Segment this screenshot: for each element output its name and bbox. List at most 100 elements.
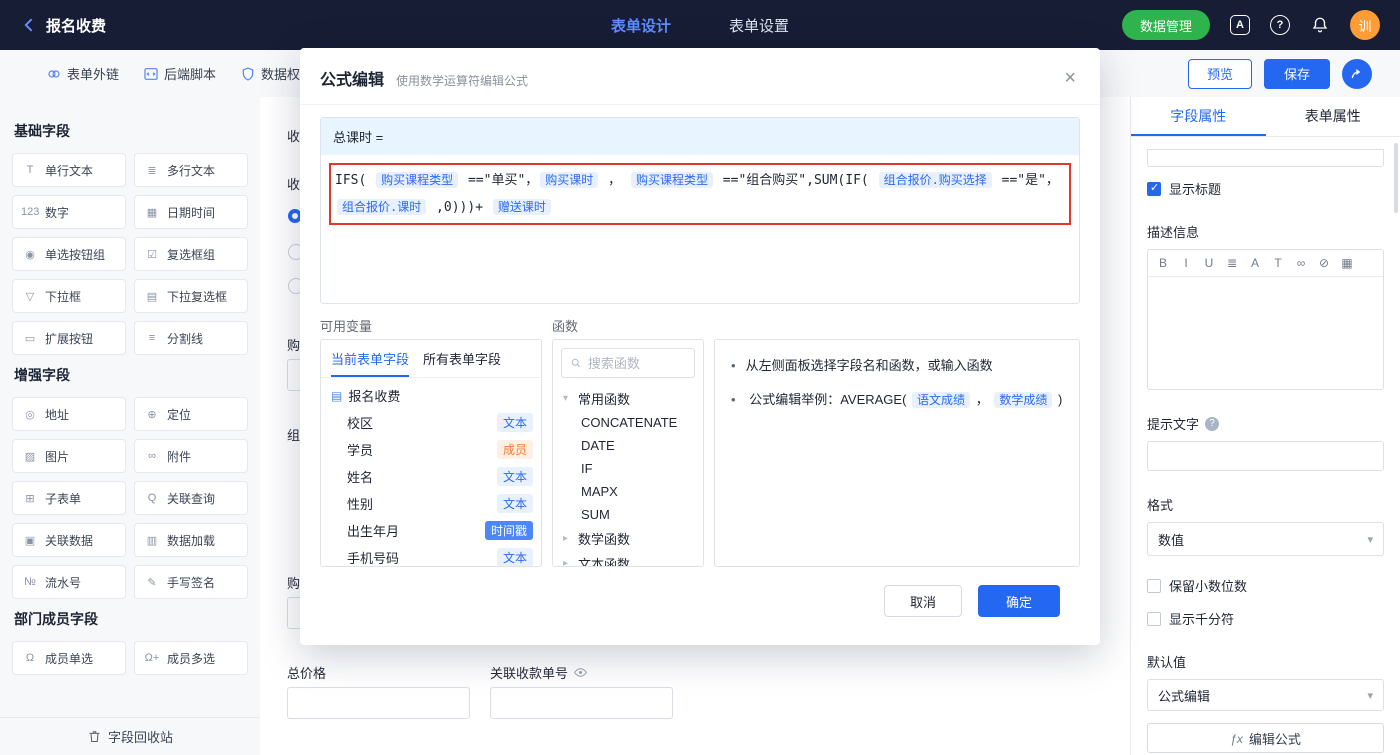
field-type-label: 数字 <box>45 205 70 220</box>
field-type-item[interactable]: T 单行文本 <box>12 153 126 187</box>
variable-field-row[interactable]: 出生年月 时间戳 <box>321 517 541 544</box>
variable-field-row[interactable]: 校区 文本 <box>321 409 541 436</box>
function-group-closed[interactable]: 文本函数 <box>553 551 703 566</box>
checkbox-icon[interactable] <box>1147 611 1161 626</box>
function-item[interactable]: IF <box>553 457 703 480</box>
field-type-item[interactable]: 123 数字 <box>12 195 126 229</box>
header-tab[interactable]: 表单设计 <box>611 15 671 36</box>
font-color-icon[interactable]: A <box>1248 256 1262 270</box>
linked-receipt-input[interactable] <box>490 687 673 719</box>
field-type-item[interactable]: ⊞ 子表单 <box>12 481 126 515</box>
field-type-item[interactable]: ◉ 单选按钮组 <box>12 237 126 271</box>
form-node[interactable]: 报名收费 <box>321 378 541 409</box>
dropdown-icon: ▽ <box>25 290 35 303</box>
bold-icon[interactable]: B <box>1156 256 1170 270</box>
field-type-item[interactable]: ▤ 下拉复选框 <box>134 279 248 313</box>
field-label: 收 <box>287 129 301 144</box>
function-item[interactable]: SUM <box>553 503 703 526</box>
extend-button-icon: ▭ <box>24 332 36 345</box>
function-group-open[interactable]: 常用函数 <box>553 386 703 411</box>
share-button[interactable] <box>1342 58 1372 89</box>
field-type-item[interactable]: ▭ 扩展按钮 <box>12 321 126 355</box>
function-search-input[interactable] <box>587 355 686 371</box>
field-label: 购 <box>287 576 301 591</box>
hint-help-icon[interactable]: ? <box>1205 416 1220 431</box>
align-icon[interactable]: ≣ <box>1225 256 1239 270</box>
variable-field-row[interactable]: 性别 文本 <box>321 490 541 517</box>
formula-editor[interactable]: 总课时 = IFS( 购买课程类型 =="单买"， 购买课时 ， 购买课程类型 =… <box>320 117 1080 304</box>
cancel-button[interactable]: 取消 <box>884 585 962 617</box>
field-type-item[interactable]: ▥ 数据加载 <box>134 523 248 557</box>
checkbox-checked-icon[interactable] <box>1147 181 1161 196</box>
italic-icon[interactable]: I <box>1179 256 1193 270</box>
scrollbar-thumb[interactable] <box>1394 143 1398 213</box>
field-type-item[interactable]: Ω 成员单选 <box>12 641 126 675</box>
field-type-item[interactable]: ▨ 图片 <box>12 439 126 473</box>
form-external-link[interactable]: 表单外链 <box>46 64 119 83</box>
link-icon[interactable]: ∞ <box>1294 256 1308 270</box>
formula-segment: 购买课时 <box>540 172 599 188</box>
variable-field-row[interactable]: 学员 成员 <box>321 436 541 463</box>
field-type-item[interactable]: ✎ 手写签名 <box>134 565 248 599</box>
field-type-item[interactable]: ∞ 附件 <box>134 439 248 473</box>
underline-icon[interactable]: U <box>1202 256 1216 270</box>
hint-input[interactable] <box>1147 441 1384 471</box>
header-tab[interactable]: 表单设置 <box>729 15 789 36</box>
confirm-button[interactable]: 确定 <box>978 585 1060 617</box>
insert-image-icon[interactable]: ▦ <box>1340 256 1354 270</box>
field-type-item[interactable]: Q 关联查询 <box>134 481 248 515</box>
help-circle-icon[interactable] <box>1270 15 1290 35</box>
bell-icon[interactable] <box>1310 15 1330 35</box>
search-icon <box>571 358 581 368</box>
field-type-item[interactable]: № 流水号 <box>12 565 126 599</box>
formula-content[interactable]: IFS( 购买课程类型 =="单买"， 购买课时 ， 购买课程类型 =="组合购买… <box>321 155 1079 303</box>
eye-icon[interactable] <box>573 665 588 680</box>
unlink-icon[interactable]: ⊘ <box>1317 256 1331 270</box>
font-size-icon[interactable]: T <box>1271 256 1285 270</box>
default-value-select[interactable]: 公式编辑 ▾ <box>1147 679 1384 711</box>
function-item[interactable]: CONCATENATE <box>553 411 703 434</box>
language-icon[interactable] <box>1230 15 1250 35</box>
function-item[interactable]: MAPX <box>553 480 703 503</box>
properties-tab[interactable]: 字段属性 <box>1131 97 1266 136</box>
save-button[interactable]: 保存 <box>1263 58 1330 89</box>
variable-field-row[interactable]: 手机号码 文本 <box>321 544 541 566</box>
format-select[interactable]: 数值 ▾ <box>1147 522 1384 556</box>
field-type-item[interactable]: ≡ 分割线 <box>134 321 248 355</box>
variables-tab[interactable]: 当前表单字段 <box>331 340 410 377</box>
field-type-item[interactable]: Ω+ 成员多选 <box>134 641 248 675</box>
edit-formula-button[interactable]: 编辑公式 <box>1147 723 1384 753</box>
description-textarea[interactable] <box>1148 277 1383 389</box>
close-icon[interactable]: × <box>1064 68 1076 88</box>
properties-tab[interactable]: 表单属性 <box>1266 97 1400 136</box>
total-price-input[interactable] <box>287 687 470 719</box>
data-manage-button[interactable]: 数据管理 <box>1121 10 1210 40</box>
function-group-closed[interactable]: 数学函数 <box>553 526 703 551</box>
field-type-item[interactable]: ▦ 日期时间 <box>134 195 248 229</box>
back-button[interactable] <box>20 15 40 35</box>
field-type-item[interactable]: ▣ 关联数据 <box>12 523 126 557</box>
field-type-item[interactable]: ≣ 多行文本 <box>134 153 248 187</box>
field-label: 收 <box>287 177 301 192</box>
field-type-item[interactable]: ☑ 复选框组 <box>134 237 248 271</box>
variables-tab[interactable]: 所有表单字段 <box>423 340 501 377</box>
backend-script-link[interactable]: 后端脚本 <box>143 64 216 83</box>
preview-button[interactable]: 预览 <box>1187 58 1252 89</box>
field-type-item[interactable]: ▽ 下拉框 <box>12 279 126 313</box>
decimal-checkbox-row[interactable]: 保留小数位数 <box>1147 576 1384 595</box>
show-title-checkbox-row[interactable]: 显示标题 <box>1147 179 1384 198</box>
field-recycle-bin[interactable]: 字段回收站 <box>0 717 260 755</box>
avatar[interactable]: 训 <box>1350 10 1380 40</box>
function-search[interactable] <box>561 348 695 378</box>
linked-receipt-label: 关联收款单号 <box>490 663 588 682</box>
function-item[interactable]: DATE <box>553 434 703 457</box>
title-input-partial[interactable] <box>1147 149 1384 167</box>
field-type-item[interactable]: ⊕ 定位 <box>134 397 248 431</box>
thousand-checkbox-row[interactable]: 显示千分符 <box>1147 609 1384 628</box>
field-type-item[interactable]: ◎ 地址 <box>12 397 126 431</box>
description-editor[interactable]: B I U ≣ A T ∞ ⊘ ▦ <box>1147 249 1384 390</box>
formula-target: 总课时 = <box>321 118 1079 155</box>
form-icon <box>331 388 342 403</box>
checkbox-icon[interactable] <box>1147 578 1161 593</box>
variable-field-row[interactable]: 姓名 文本 <box>321 463 541 490</box>
